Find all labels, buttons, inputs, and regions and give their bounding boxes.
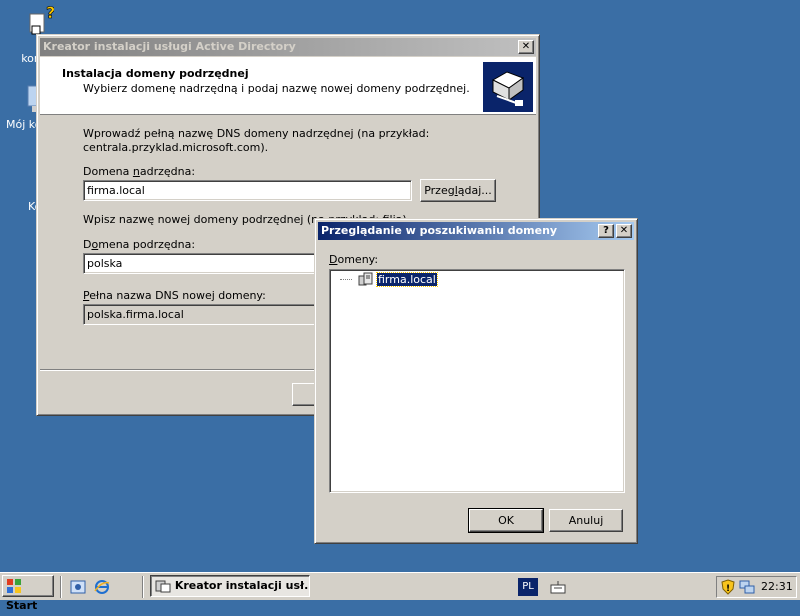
fqdn-label-post: ełna nazwa DNS nowej domeny: [89,289,266,302]
ok-button[interactable]: OK [468,508,544,533]
windows-logo-icon [7,579,21,593]
clock: 22:31 [761,580,793,593]
language-indicator[interactable]: PL [518,578,538,596]
start-button[interactable]: Start [2,575,54,612]
domain-icon [358,272,372,286]
close-icon: ✕ [521,41,531,52]
keyboard-icon[interactable] [550,579,566,595]
security-shield-icon[interactable]: ! [720,579,736,595]
task-label: Kreator instalacji usł... [174,579,310,592]
ad-wizard-task-icon [155,580,171,593]
domains-label-post: omeny: [337,253,379,266]
parent-domain-label: Domena nadrzędna: [83,165,195,178]
browse-button[interactable]: Przeglądaj... [420,179,496,202]
parent-label-post: adrzędna: [139,165,196,178]
fqdn-label: Pełna nazwa DNS nowej domeny: [83,289,266,302]
taskbar: Start Kreator instalacji usł... PL ! 22:… [0,572,800,612]
browse-dialog-title: Przeglądanie w poszukiwaniu domeny [321,224,558,237]
tree-item-label: firma.local [376,271,438,287]
wizard-header: Instalacja domeny podrzędnej Wybierz dom… [40,57,536,115]
wizard-header-subtitle: Wybierz domenę nadrzędną i podaj nazwę n… [83,82,470,95]
ad-wizard-titlebar[interactable]: Kreator instalacji usługi Active Directo… [40,38,536,56]
browse-domain-dialog: Przeglądanie w poszukiwaniu domeny ? ✕ D… [314,218,638,544]
domain-tree[interactable]: firma.local [329,269,625,493]
parent-label-pre: Domena [83,165,133,178]
svg-text:?: ? [46,4,54,22]
system-tray: ! 22:31 [716,576,797,598]
start-label: Start [6,599,38,612]
tree-item[interactable]: firma.local [340,271,438,287]
dialog-close-button[interactable]: ✕ [616,224,632,238]
taskbar-separator [142,576,144,598]
wizard-logo [483,62,533,112]
intro-line-2: centrala.przyklad.microsoft.com). [83,141,269,154]
wizard-header-title: Instalacja domeny podrzędnej [62,67,249,80]
parent-domain-input[interactable]: firma.local [83,180,412,201]
child-domain-label: Domena podrzędna: [83,238,195,251]
help-icon: ? [603,225,609,236]
task-ad-wizard[interactable]: Kreator instalacji usł... [150,575,310,597]
browse-dialog-titlebar[interactable]: Przeglądanie w poszukiwaniu domeny ? ✕ [318,222,634,240]
domains-label: Domeny: [329,253,378,266]
browse-label-post: ądaj... [457,184,492,197]
taskbar-separator [60,576,62,598]
ad-wizard-title: Kreator instalacji usługi Active Directo… [43,40,296,53]
svg-text:!: ! [726,584,730,594]
internet-explorer-icon[interactable] [94,579,110,595]
intro-line-1: Wprowadź pełną nazwę DNS domeny nadrzędn… [83,127,430,140]
close-button[interactable]: ✕ [518,40,534,54]
child-label-post: mena podrzędna: [98,238,196,251]
server-manager-icon[interactable] [70,579,86,595]
tree-connector [340,278,352,280]
cancel-button[interactable]: Anuluj [549,509,623,532]
network-icon[interactable] [739,579,755,595]
browse-label-pre: Przeg [424,184,455,197]
close-icon: ✕ [619,225,629,236]
config-wizard-icon: ? [29,3,56,35]
parent-label-accel: n [132,165,140,178]
help-button[interactable]: ? [598,224,614,238]
book-network-icon [491,71,525,106]
